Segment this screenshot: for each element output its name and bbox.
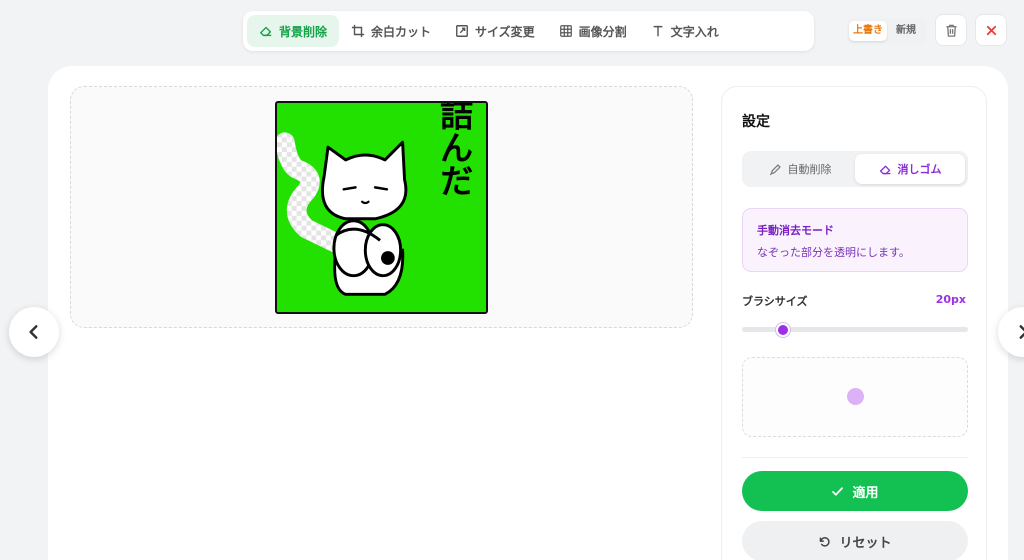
grid-icon	[559, 25, 572, 37]
tab-label: 画像分割	[578, 24, 627, 39]
delete-button[interactable]	[935, 14, 967, 46]
tab-trim-margins[interactable]: 余白カット	[339, 15, 443, 47]
eraser-mode-button[interactable]: 消しゴム	[855, 154, 965, 184]
eraser-icon	[260, 26, 272, 37]
mode-info-box: 手動消去モード なぞった部分を透明にします。	[742, 208, 968, 272]
brush-size-value: 20px	[935, 293, 966, 306]
mode-label: 消しゴム	[897, 163, 942, 176]
chevron-left-icon	[29, 325, 38, 339]
sticker-caption: 詰んだ	[434, 103, 473, 197]
chevron-right-icon	[1019, 325, 1024, 339]
info-title: 手動消去モード	[757, 224, 834, 237]
tab-label: 余白カット	[371, 24, 432, 39]
apply-label: 適用	[852, 485, 879, 501]
tab-background-removal[interactable]: 背景削除	[247, 15, 340, 47]
tab-split-image[interactable]: 画像分割	[547, 15, 639, 47]
resize-icon	[456, 25, 468, 37]
brush-size-slider[interactable]	[742, 323, 968, 337]
cat-sticker-artwork: 詰んだ	[277, 103, 486, 312]
reset-button[interactable]: リセット	[742, 521, 968, 560]
close-icon	[986, 25, 996, 35]
pen-icon	[769, 163, 781, 175]
crop-icon	[351, 24, 365, 38]
tab-label: 背景削除	[279, 24, 328, 39]
tab-add-text[interactable]: 文字入れ	[639, 15, 731, 47]
tab-label: サイズ変更	[475, 24, 535, 39]
auto-remove-mode-button[interactable]: 自動削除	[745, 154, 855, 184]
settings-panel: 設定 自動削除 消しゴム 手動消去モード なぞった部分を透明にします。 ブラシサ…	[721, 86, 987, 560]
new-file-option[interactable]: 新規	[887, 21, 925, 41]
sticker-image[interactable]: 詰んだ	[275, 101, 488, 314]
settings-title: 設定	[742, 114, 770, 130]
removal-mode-switch: 自動削除 消しゴム	[742, 151, 968, 187]
tool-tabs: 背景削除 余白カット サイズ変更 画像分割 文字入れ	[243, 11, 814, 51]
eraser-icon	[879, 165, 890, 174]
mode-label: 自動削除	[787, 163, 832, 176]
save-mode-toggle: 上書き 新規	[847, 18, 927, 44]
reset-icon	[820, 536, 831, 547]
apply-button[interactable]: 適用	[742, 471, 968, 511]
brush-size-label: ブラシサイズ	[742, 295, 808, 308]
previous-image-button[interactable]	[9, 307, 59, 357]
tab-resize[interactable]: サイズ変更	[443, 15, 547, 47]
slider-thumb[interactable]	[775, 323, 790, 337]
overwrite-option[interactable]: 上書き	[849, 21, 887, 41]
reset-label: リセット	[839, 535, 892, 551]
info-description: なぞった部分を透明にします。	[757, 246, 910, 259]
brush-preview-dot	[847, 388, 864, 405]
brush-preview	[742, 357, 968, 437]
trash-icon	[945, 24, 957, 37]
divider	[742, 457, 968, 458]
tab-label: 文字入れ	[670, 24, 719, 39]
close-button[interactable]	[975, 14, 1007, 46]
check-icon	[832, 486, 844, 496]
text-icon	[653, 25, 663, 37]
